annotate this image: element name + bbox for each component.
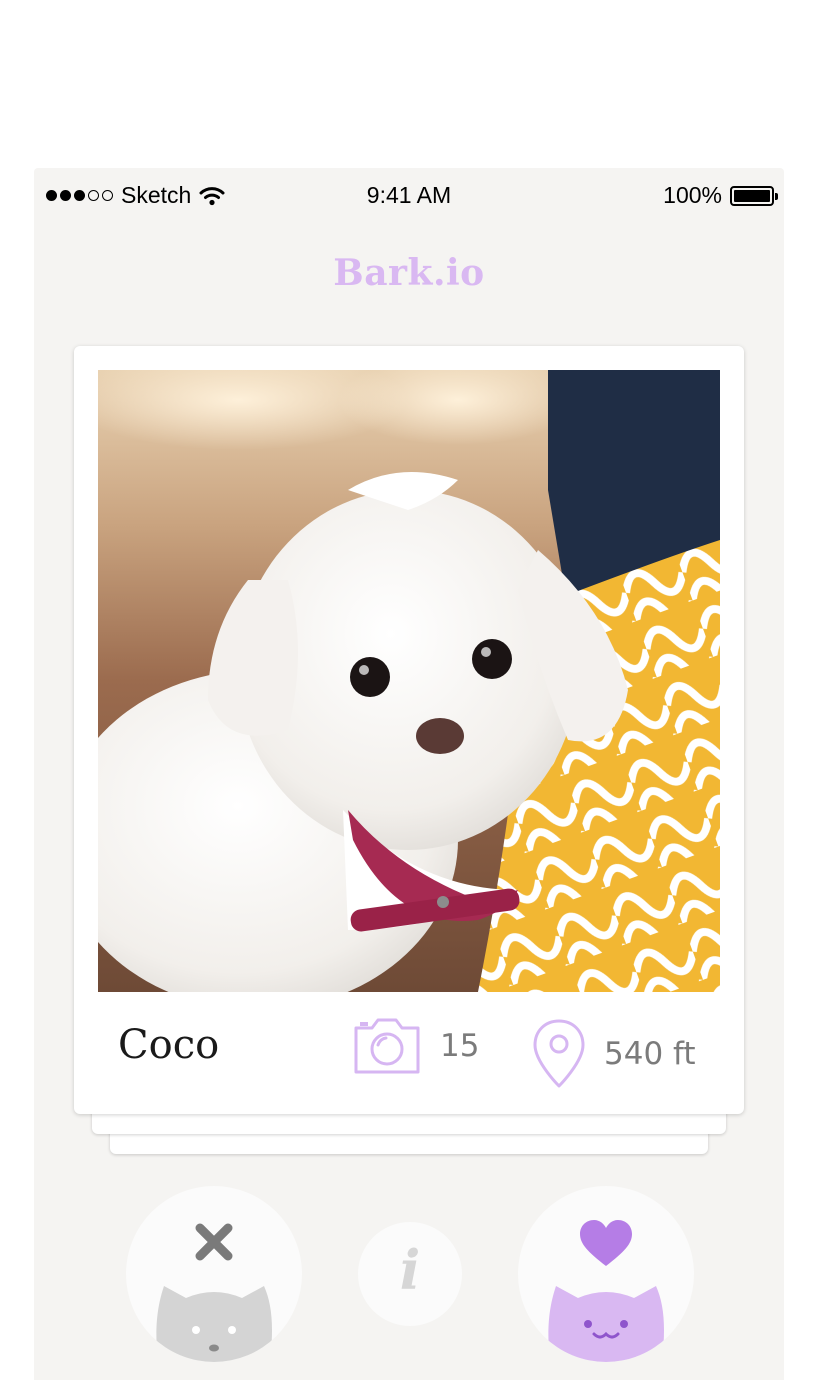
purple-cat-icon xyxy=(548,1286,664,1362)
app-title: Bark.io xyxy=(333,252,485,294)
distance-group: 540 ft xyxy=(532,1018,696,1090)
battery-icon xyxy=(730,185,778,206)
photo-count-group[interactable]: 15 xyxy=(352,1018,479,1074)
like-button[interactable] xyxy=(518,1186,694,1362)
camera-icon xyxy=(354,1018,420,1074)
info-button[interactable]: i xyxy=(358,1222,462,1326)
info-icon: i xyxy=(399,1238,421,1302)
heart-icon xyxy=(580,1220,632,1266)
gray-cat-icon xyxy=(156,1286,272,1362)
photo-count: 15 xyxy=(440,1028,480,1064)
dog-photo-illustration xyxy=(98,370,720,992)
distance-value: 540 ft xyxy=(604,1036,696,1072)
profile-photo[interactable] xyxy=(98,370,720,992)
phone-screen: Sketch 9:41 AM 100% Bark.io Coco 15 540 … xyxy=(34,168,784,1380)
location-pin-icon xyxy=(533,1019,585,1088)
close-icon xyxy=(195,1223,233,1261)
dog-name: Coco xyxy=(118,1022,220,1068)
nope-button[interactable] xyxy=(126,1186,302,1362)
profile-card[interactable]: Coco 15 540 ft xyxy=(74,346,744,1114)
battery-percent: 100% xyxy=(663,182,722,208)
status-bar: Sketch 9:41 AM 100% xyxy=(34,168,784,224)
status-right: 100% xyxy=(663,182,778,209)
